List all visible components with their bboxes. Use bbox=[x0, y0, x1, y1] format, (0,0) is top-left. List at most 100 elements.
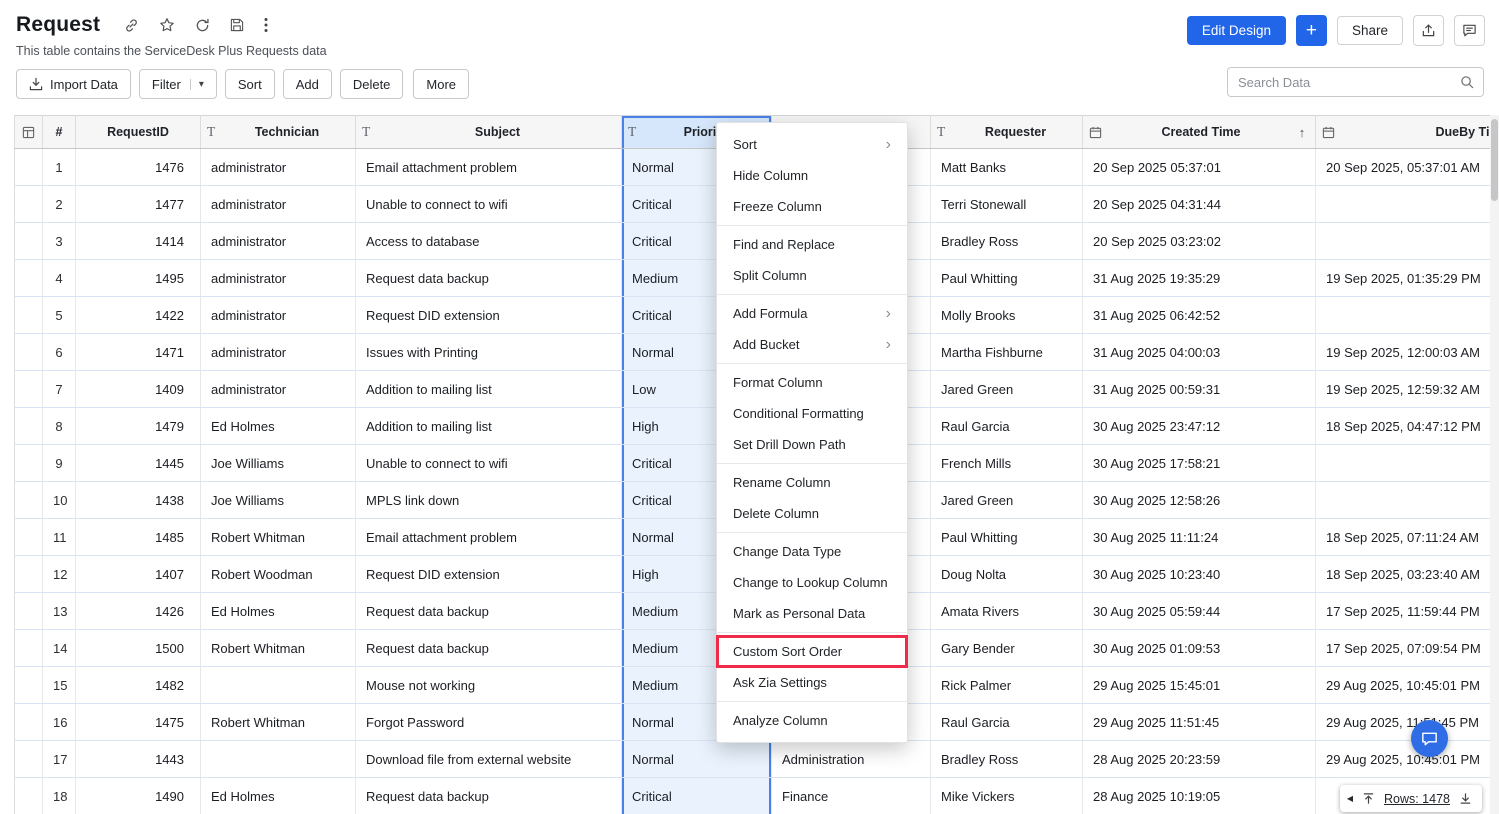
cell-select[interactable] bbox=[15, 334, 43, 371]
share-button[interactable]: Share bbox=[1337, 16, 1403, 45]
menu-item-change-to-lookup-column[interactable]: Change to Lookup Column bbox=[717, 567, 907, 598]
cell-requester[interactable]: Raul Garcia bbox=[931, 704, 1083, 741]
add-button[interactable]: Add bbox=[283, 69, 332, 99]
import-data-button[interactable]: Import Data bbox=[16, 69, 131, 99]
cell-request_id[interactable]: 1476 bbox=[76, 149, 201, 186]
cell-rownum[interactable]: 1 bbox=[43, 149, 76, 186]
cell-request_id[interactable]: 1409 bbox=[76, 371, 201, 408]
star-icon[interactable] bbox=[159, 17, 175, 33]
scrollbar-thumb[interactable] bbox=[1491, 119, 1498, 201]
cell-requester[interactable]: Martha Fishburne bbox=[931, 334, 1083, 371]
cell-subject[interactable]: Unable to connect to wifi bbox=[356, 445, 622, 482]
cell-dueby_time[interactable]: 29 Aug 2025, 10:45:01 PM bbox=[1316, 741, 1499, 778]
cell-dueby_time[interactable]: 17 Sep 2025, 11:59:44 PM bbox=[1316, 593, 1499, 630]
cell-created_time[interactable]: 28 Aug 2025 20:23:59 bbox=[1083, 741, 1316, 778]
cell-requester[interactable]: Raul Garcia bbox=[931, 408, 1083, 445]
cell-select[interactable] bbox=[15, 778, 43, 814]
cell-subject[interactable]: Request data backup bbox=[356, 260, 622, 297]
menu-item-freeze-column[interactable]: Freeze Column bbox=[717, 191, 907, 222]
cell-select[interactable] bbox=[15, 667, 43, 704]
cell-request_id[interactable]: 1500 bbox=[76, 630, 201, 667]
cell-rownum[interactable]: 7 bbox=[43, 371, 76, 408]
cell-technician[interactable]: Ed Holmes bbox=[201, 593, 356, 630]
kebab-menu-icon[interactable] bbox=[264, 17, 268, 33]
menu-item-change-data-type[interactable]: Change Data Type bbox=[717, 536, 907, 567]
cell-requester[interactable]: Rick Palmer bbox=[931, 667, 1083, 704]
cell-request_id[interactable]: 1407 bbox=[76, 556, 201, 593]
cell-created_time[interactable]: 30 Aug 2025 11:11:24 bbox=[1083, 519, 1316, 556]
cell-request_id[interactable]: 1443 bbox=[76, 741, 201, 778]
cell-select[interactable] bbox=[15, 223, 43, 260]
rows-count-label[interactable]: Rows: 1478 bbox=[1384, 792, 1450, 806]
column-header-dueby_time[interactable]: DueBy Time bbox=[1316, 116, 1499, 149]
cell-subject[interactable]: MPLS link down bbox=[356, 482, 622, 519]
cell-select[interactable] bbox=[15, 630, 43, 667]
scroll-to-top-icon[interactable] bbox=[1362, 792, 1375, 805]
cell-select[interactable] bbox=[15, 260, 43, 297]
cell-created_time[interactable]: 30 Aug 2025 10:23:40 bbox=[1083, 556, 1316, 593]
menu-item-format-column[interactable]: Format Column bbox=[717, 367, 907, 398]
cell-subject[interactable]: Download file from external website bbox=[356, 741, 622, 778]
cell-rownum[interactable]: 4 bbox=[43, 260, 76, 297]
cell-rownum[interactable]: 2 bbox=[43, 186, 76, 223]
cell-dueby_time[interactable]: 19 Sep 2025, 12:00:03 AM bbox=[1316, 334, 1499, 371]
cell-technician[interactable]: administrator bbox=[201, 149, 356, 186]
cell-rownum[interactable]: 18 bbox=[43, 778, 76, 814]
menu-item-rename-column[interactable]: Rename Column bbox=[717, 467, 907, 498]
cell-rownum[interactable]: 10 bbox=[43, 482, 76, 519]
cell-dueby_time[interactable]: 17 Sep 2025, 07:09:54 PM bbox=[1316, 630, 1499, 667]
menu-item-add-formula[interactable]: Add Formula› bbox=[717, 298, 907, 329]
cell-technician[interactable] bbox=[201, 741, 356, 778]
create-new-button[interactable]: + bbox=[1296, 15, 1327, 46]
cell-subject[interactable]: Access to database bbox=[356, 223, 622, 260]
cell-select[interactable] bbox=[15, 297, 43, 334]
cell-technician[interactable]: Robert Whitman bbox=[201, 519, 356, 556]
cell-created_time[interactable]: 20 Sep 2025 05:37:01 bbox=[1083, 149, 1316, 186]
cell-technician[interactable]: administrator bbox=[201, 297, 356, 334]
cell-technician[interactable]: administrator bbox=[201, 334, 356, 371]
menu-item-set-drill-down-path[interactable]: Set Drill Down Path bbox=[717, 429, 907, 460]
cell-select[interactable] bbox=[15, 445, 43, 482]
more-button[interactable]: More bbox=[413, 69, 469, 99]
column-header-request_id[interactable]: RequestID bbox=[76, 116, 201, 149]
cell-department[interactable]: Administration bbox=[772, 741, 931, 778]
sort-button[interactable]: Sort bbox=[225, 69, 275, 99]
cell-dueby_time[interactable] bbox=[1316, 186, 1499, 223]
cell-rownum[interactable]: 9 bbox=[43, 445, 76, 482]
cell-rownum[interactable]: 6 bbox=[43, 334, 76, 371]
cell-select[interactable] bbox=[15, 371, 43, 408]
cell-created_time[interactable]: 28 Aug 2025 10:19:05 bbox=[1083, 778, 1316, 814]
cell-subject[interactable]: Unable to connect to wifi bbox=[356, 186, 622, 223]
cell-technician[interactable]: Ed Holmes bbox=[201, 778, 356, 814]
cell-rownum[interactable]: 5 bbox=[43, 297, 76, 334]
cell-dueby_time[interactable]: 19 Sep 2025, 12:59:32 AM bbox=[1316, 371, 1499, 408]
column-header-subject[interactable]: TSubject bbox=[356, 116, 622, 149]
cell-technician[interactable]: Robert Woodman bbox=[201, 556, 356, 593]
cell-rownum[interactable]: 11 bbox=[43, 519, 76, 556]
vertical-scrollbar[interactable] bbox=[1490, 115, 1499, 814]
cell-requester[interactable]: Paul Whitting bbox=[931, 260, 1083, 297]
cell-select[interactable] bbox=[15, 593, 43, 630]
menu-item-hide-column[interactable]: Hide Column bbox=[717, 160, 907, 191]
cell-requester[interactable]: Paul Whitting bbox=[931, 519, 1083, 556]
cell-dueby_time[interactable] bbox=[1316, 482, 1499, 519]
cell-request_id[interactable]: 1475 bbox=[76, 704, 201, 741]
cell-select[interactable] bbox=[15, 149, 43, 186]
cell-select[interactable] bbox=[15, 408, 43, 445]
cell-rownum[interactable]: 17 bbox=[43, 741, 76, 778]
cell-created_time[interactable]: 31 Aug 2025 19:35:29 bbox=[1083, 260, 1316, 297]
search-input[interactable] bbox=[1228, 75, 1460, 90]
cell-created_time[interactable]: 31 Aug 2025 06:42:52 bbox=[1083, 297, 1316, 334]
cell-requester[interactable]: Jared Green bbox=[931, 371, 1083, 408]
cell-subject[interactable]: Request DID extension bbox=[356, 556, 622, 593]
collapse-handle-icon[interactable]: ◀ bbox=[1347, 794, 1353, 803]
cell-created_time[interactable]: 30 Aug 2025 17:58:21 bbox=[1083, 445, 1316, 482]
cell-dueby_time[interactable]: 18 Sep 2025, 04:47:12 PM bbox=[1316, 408, 1499, 445]
cell-subject[interactable]: Email attachment problem bbox=[356, 149, 622, 186]
cell-requester[interactable]: Bradley Ross bbox=[931, 741, 1083, 778]
cell-technician[interactable]: administrator bbox=[201, 260, 356, 297]
cell-dueby_time[interactable] bbox=[1316, 445, 1499, 482]
cell-request_id[interactable]: 1426 bbox=[76, 593, 201, 630]
save-icon[interactable] bbox=[230, 18, 244, 32]
column-header-select[interactable] bbox=[15, 116, 43, 149]
